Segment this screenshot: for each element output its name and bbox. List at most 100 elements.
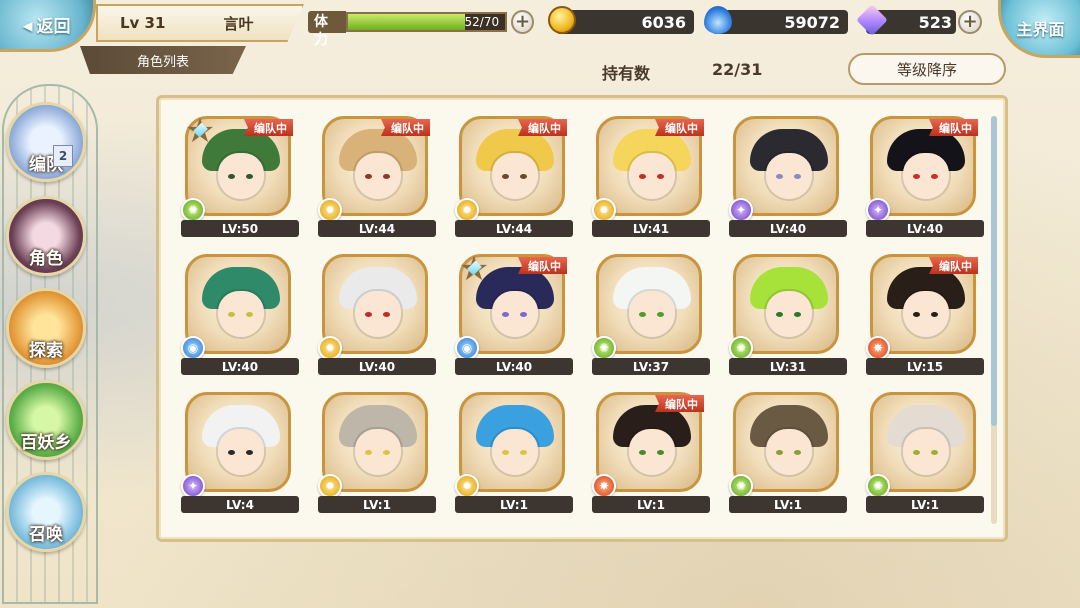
in-team-tag: 编队中 (518, 257, 567, 274)
stamina-text: 52/70 (464, 15, 500, 29)
nav-village-label: 百妖乡 (20, 433, 72, 453)
character-eye (520, 174, 527, 179)
character-card[interactable]: ✦ LV:40 (729, 116, 849, 237)
in-team-tag: 编队中 (929, 257, 978, 274)
character-eye (228, 174, 235, 179)
light-element-icon: ✹ (455, 198, 479, 222)
character-card[interactable]: 编队中 ✸ LV:1 (592, 392, 712, 513)
spirit-value: 59072 (784, 12, 840, 32)
character-eye (657, 174, 664, 179)
character-eye (365, 312, 372, 317)
character-level: LV:40 (455, 358, 573, 375)
character-eye (776, 450, 783, 455)
in-team-tag: 编队中 (655, 395, 704, 412)
character-eye (639, 174, 646, 179)
character-eye (520, 312, 527, 317)
character-card[interactable]: ✺ LV:31 (729, 254, 849, 375)
page-title: 角色列表 (80, 46, 246, 74)
team-count-badge: 2 (53, 145, 73, 167)
character-level: LV:1 (729, 496, 847, 513)
water-element-icon: ◉ (455, 336, 479, 360)
character-eye (931, 174, 938, 179)
character-card[interactable]: ✺ LV:37 (592, 254, 712, 375)
character-face (492, 291, 538, 337)
character-level: LV:41 (592, 220, 710, 237)
character-eye (365, 174, 372, 179)
character-face (766, 291, 812, 337)
character-face (903, 291, 949, 337)
in-team-tag: 编队中 (655, 119, 704, 136)
character-grid: 编队中★✺LV:50编队中✹LV:44编队中✹LV:44编队中✹LV:41✦LV… (181, 114, 991, 513)
grid-scrollbar[interactable] (991, 116, 997, 524)
light-element-icon: ✹ (592, 198, 616, 222)
character-card[interactable]: ✺ LV:1 (729, 392, 849, 513)
character-level: LV:44 (455, 220, 573, 237)
dark-element-icon: ✦ (729, 198, 753, 222)
character-level: LV:40 (866, 220, 984, 237)
in-team-tag: 编队中 (518, 119, 567, 136)
player-name: 言叶 (223, 14, 254, 33)
character-eye (931, 450, 938, 455)
add-crystal-button[interactable]: + (958, 10, 982, 34)
water-element-icon: ◉ (181, 336, 205, 360)
character-level: LV:50 (181, 220, 299, 237)
wind-element-icon: ✺ (866, 474, 890, 498)
sort-button[interactable]: 等级降序 (848, 53, 1006, 85)
character-eye (794, 312, 801, 317)
character-level: LV:4 (181, 496, 299, 513)
character-card[interactable]: 编队中 ★ ◉LV:40 (455, 252, 575, 375)
character-card[interactable]: 编队中 ✦ LV:40 (866, 116, 986, 237)
character-card[interactable]: 编队中 ✹ LV:44 (318, 116, 438, 237)
character-level: LV:31 (729, 358, 847, 375)
gold-value: 6036 (641, 12, 686, 32)
character-card[interactable]: 编队中 ✸ LV:15 (866, 254, 986, 375)
character-eye (639, 312, 646, 317)
character-face (629, 153, 675, 199)
fire-element-icon: ✸ (866, 336, 890, 360)
nav-village-button[interactable]: 百妖乡 (6, 380, 86, 460)
character-face (766, 429, 812, 475)
roster-count-label: 持有数 (602, 64, 651, 83)
character-level: LV:40 (729, 220, 847, 237)
wind-element-icon: ✺ (729, 336, 753, 360)
character-face (218, 429, 264, 475)
stamina-label: 体力 (308, 11, 347, 48)
in-team-tag: 编队中 (244, 119, 293, 136)
character-card[interactable]: ✹ LV:40 (318, 254, 438, 375)
character-face (355, 291, 401, 337)
nav-explore-button[interactable]: 探索 (6, 288, 86, 368)
nav-explore-label: 探索 (29, 341, 63, 361)
character-level: LV:15 (866, 358, 984, 375)
character-eye (246, 312, 253, 317)
light-element-icon: ✹ (318, 336, 342, 360)
fire-element-icon: ✸ (592, 474, 616, 498)
wind-element-icon: ✺ (181, 198, 205, 222)
star-gem-icon (193, 122, 208, 138)
character-card[interactable]: ✺ LV:1 (866, 392, 986, 513)
character-card[interactable]: ✹ LV:1 (318, 392, 438, 513)
character-card[interactable]: 编队中 ✹ LV:44 (455, 116, 575, 237)
nav-summon-button[interactable]: 召唤 (6, 472, 86, 552)
character-card[interactable]: ◉ LV:40 (181, 254, 301, 375)
grid-scrollbar-thumb[interactable] (991, 116, 997, 426)
character-eye (931, 312, 938, 317)
character-card[interactable]: 编队中 ★ ✺LV:50 (181, 114, 301, 237)
character-eye (246, 174, 253, 179)
add-stamina-button[interactable]: + (511, 10, 534, 34)
character-card[interactable]: 编队中 ✹ LV:41 (592, 116, 712, 237)
character-face (629, 291, 675, 337)
character-card[interactable]: ✦ LV:4 (181, 392, 301, 513)
gold-counter: 6036 (556, 10, 694, 34)
character-eye (657, 312, 664, 317)
character-face (355, 153, 401, 199)
stamina-fill (348, 14, 465, 30)
nav-character-label: 角色 (29, 249, 63, 269)
nav-team-button[interactable]: 2 编队 (6, 102, 86, 182)
crystal-value: 523 (918, 12, 952, 32)
coin-icon (548, 6, 576, 34)
character-eye (913, 312, 920, 317)
character-card[interactable]: ✹ LV:1 (455, 392, 575, 513)
nav-character-button[interactable]: 角色 (6, 196, 86, 276)
character-eye (502, 312, 509, 317)
back-arrow-icon: ◂ (22, 12, 33, 37)
